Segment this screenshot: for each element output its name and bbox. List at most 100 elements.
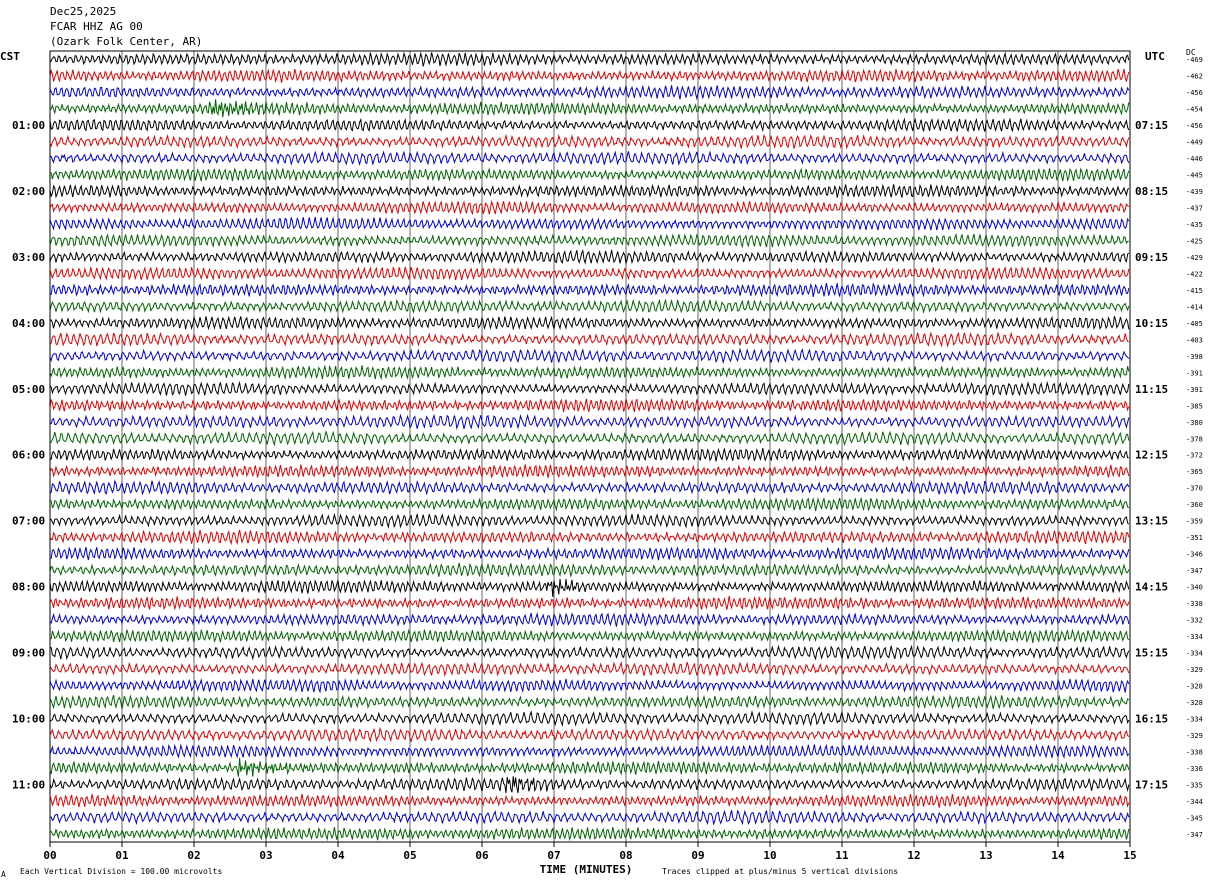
dc-offset-value: -385 (1186, 402, 1203, 410)
dc-offset-value: -429 (1186, 254, 1203, 262)
left-hour-label: 05:00 (12, 383, 45, 396)
left-hour-label: 06:00 (12, 449, 45, 462)
seismic-trace (49, 413, 1130, 430)
seismic-trace (49, 364, 1130, 381)
dc-offset-value: -446 (1186, 155, 1203, 163)
dc-offset-value: -445 (1186, 172, 1203, 180)
seismic-trace (49, 429, 1130, 447)
seismic-trace (49, 496, 1130, 512)
seismic-trace (49, 546, 1130, 562)
dc-offset-value: -346 (1186, 551, 1203, 559)
left-hour-label: 02:00 (12, 185, 45, 198)
seismic-trace (49, 463, 1130, 479)
seismic-trace (49, 826, 1130, 842)
dc-offset-value: -328 (1186, 699, 1203, 707)
dc-offset-value: -328 (1186, 682, 1203, 690)
seismic-trace (49, 68, 1130, 84)
seismic-trace (49, 595, 1130, 611)
dc-offset-value: -351 (1186, 534, 1203, 542)
left-hour-label: 07:00 (12, 515, 45, 528)
seismic-trace (49, 512, 1130, 529)
seismic-trace (49, 776, 1130, 794)
seismic-trace (49, 529, 1130, 546)
seismic-trace (49, 167, 1130, 182)
seismic-trace (49, 315, 1130, 331)
dc-offset-value: -439 (1186, 188, 1203, 196)
left-hour-label: 08:00 (12, 581, 45, 594)
seismic-trace (49, 347, 1130, 365)
seismic-trace (49, 660, 1130, 677)
seismic-trace (49, 578, 1130, 598)
seismic-trace (49, 331, 1129, 348)
dc-offset-value: -372 (1186, 452, 1203, 460)
dc-offset-value: -435 (1186, 221, 1203, 229)
x-tick-label: 14 (1051, 849, 1065, 862)
dc-offset-value: -365 (1186, 468, 1203, 476)
x-tick-label: 12 (907, 849, 920, 862)
seismic-trace (49, 199, 1130, 216)
right-hour-label: 10:15 (1135, 317, 1168, 330)
seismic-trace (49, 726, 1130, 743)
x-tick-label: 09 (691, 849, 704, 862)
dc-offset-value: -329 (1186, 732, 1203, 740)
dc-offset-value: -332 (1186, 617, 1203, 625)
right-hour-label: 12:15 (1135, 449, 1168, 462)
corner-mark: A (1, 870, 6, 879)
left-hour-label: 11:00 (12, 778, 45, 791)
right-hour-label: 17:15 (1135, 778, 1168, 791)
dc-offset-value: -340 (1186, 584, 1203, 592)
seismic-trace (49, 397, 1130, 413)
x-tick-label: 08 (619, 849, 632, 862)
seismic-trace (49, 248, 1130, 265)
x-tick-label: 02 (187, 849, 200, 862)
dc-offset-value: -454 (1186, 106, 1203, 114)
seismic-trace (49, 710, 1130, 727)
dc-offset-value: -403 (1186, 336, 1203, 344)
seismic-trace (49, 743, 1130, 759)
x-tick-label: 06 (475, 849, 489, 862)
seismic-trace (49, 282, 1130, 298)
dc-offset-value: -422 (1186, 270, 1203, 278)
seismic-trace (49, 51, 1130, 67)
dc-offset-value: -334 (1186, 715, 1203, 723)
dc-offset-value: -378 (1186, 435, 1203, 443)
seismic-trace (49, 232, 1129, 249)
dc-offset-value: -360 (1186, 501, 1203, 509)
x-axis-title: TIME (MINUTES) (540, 863, 633, 876)
left-hour-label: 10:00 (12, 712, 45, 725)
seismic-trace (49, 677, 1130, 694)
seismic-trace (49, 447, 1129, 463)
x-tick-label: 04 (331, 849, 345, 862)
left-hour-label: 03:00 (12, 251, 45, 264)
seismic-trace (49, 266, 1130, 281)
right-hour-label: 08:15 (1135, 185, 1168, 198)
seismic-trace (49, 694, 1130, 710)
seismic-trace (49, 150, 1130, 167)
dc-offset-value: -462 (1186, 73, 1203, 81)
dc-offset-value: -338 (1186, 748, 1203, 756)
right-hour-label: 13:15 (1135, 515, 1168, 528)
x-tick-label: 00 (43, 849, 56, 862)
right-hour-label: 14:15 (1135, 581, 1168, 594)
plot-frame (49, 50, 1131, 843)
dc-offset-value: -415 (1186, 287, 1203, 295)
seismic-trace (49, 298, 1130, 315)
left-hour-label: 09:00 (12, 646, 45, 659)
x-tick-label: 03 (259, 849, 272, 862)
seismic-trace (49, 611, 1130, 628)
dc-offset-value: -359 (1186, 518, 1203, 526)
clip-note: Traces clipped at plus/minus 5 vertical … (662, 867, 899, 876)
seismic-trace (49, 757, 1130, 777)
x-tick-label: 10 (763, 849, 776, 862)
dc-offset-value: -347 (1186, 567, 1203, 575)
seismic-trace (49, 380, 1130, 397)
dc-offset-value: -414 (1186, 303, 1203, 311)
seismic-trace (49, 644, 1130, 661)
dc-offset-value: -380 (1186, 419, 1203, 427)
x-tick-label: 11 (835, 849, 849, 862)
dc-offset-value: -347 (1186, 831, 1203, 839)
seismic-trace (49, 562, 1130, 578)
dc-offset-value: -456 (1186, 89, 1203, 97)
dc-offset-value: -456 (1186, 122, 1203, 130)
dc-offset-value: -391 (1186, 386, 1203, 394)
